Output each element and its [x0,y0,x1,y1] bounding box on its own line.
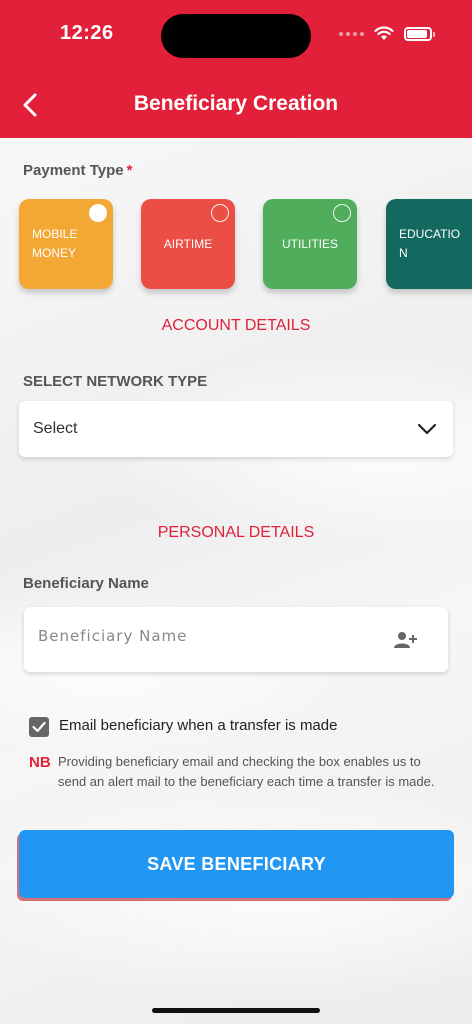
payment-type-label: Payment Type * [23,162,133,179]
radio-unselected-icon [211,204,229,222]
payment-option-label: MOBILE MONEY [32,227,78,260]
email-beneficiary-label: Email beneficiary when a transfer is mad… [59,717,338,734]
beneficiary-name-field[interactable] [24,607,448,672]
required-mark: * [126,162,133,179]
nb-tag: NB [29,754,51,771]
payment-option-utilities[interactable]: UTILITIES [263,199,357,289]
payment-option-label: AIRTIME [163,236,213,251]
payment-option-mobile-money[interactable]: MOBILE MONEY [19,199,113,289]
save-beneficiary-button[interactable]: SAVE BENEFICIARY [19,830,454,898]
checkmark-icon [32,721,46,733]
network-type-value: Select [33,420,78,437]
payment-option-label: UTILITIES [281,236,338,251]
payment-option-label: EDUCATIO N [399,227,461,260]
cellular-signal-icon [339,31,364,36]
email-beneficiary-checkbox[interactable] [29,717,49,737]
payment-option-airtime[interactable]: AIRTIME [141,199,235,289]
dynamic-island [161,14,311,58]
radio-unselected-icon [333,204,351,222]
add-contact-icon[interactable] [394,631,418,649]
payment-option-education[interactable]: EDUCATIO N [386,199,472,289]
network-type-label: SELECT NETWORK TYPE [23,373,208,390]
beneficiary-form: Payment Type * MOBILE MONEY AIRTIME UTILI… [0,138,472,1024]
home-indicator[interactable] [152,1008,320,1013]
battery-icon [404,26,435,41]
network-type-select[interactable]: Select [19,401,453,457]
app-header: 12:26 Beneficiary Creation [0,0,472,138]
account-details-heading: ACCOUNT DETAILS [161,317,311,334]
chevron-down-icon [417,423,437,435]
status-time: 12:26 [60,22,114,44]
radio-selected-icon [89,204,107,222]
personal-details-heading: PERSONAL DETAILS [157,524,315,541]
beneficiary-name-input[interactable] [38,626,338,645]
status-icons [339,26,435,41]
beneficiary-name-label: Beneficiary Name [23,575,149,592]
nb-note: Providing beneficiary email and checking… [58,754,435,789]
wifi-icon [374,26,394,40]
page-title: Beneficiary Creation [133,92,339,115]
